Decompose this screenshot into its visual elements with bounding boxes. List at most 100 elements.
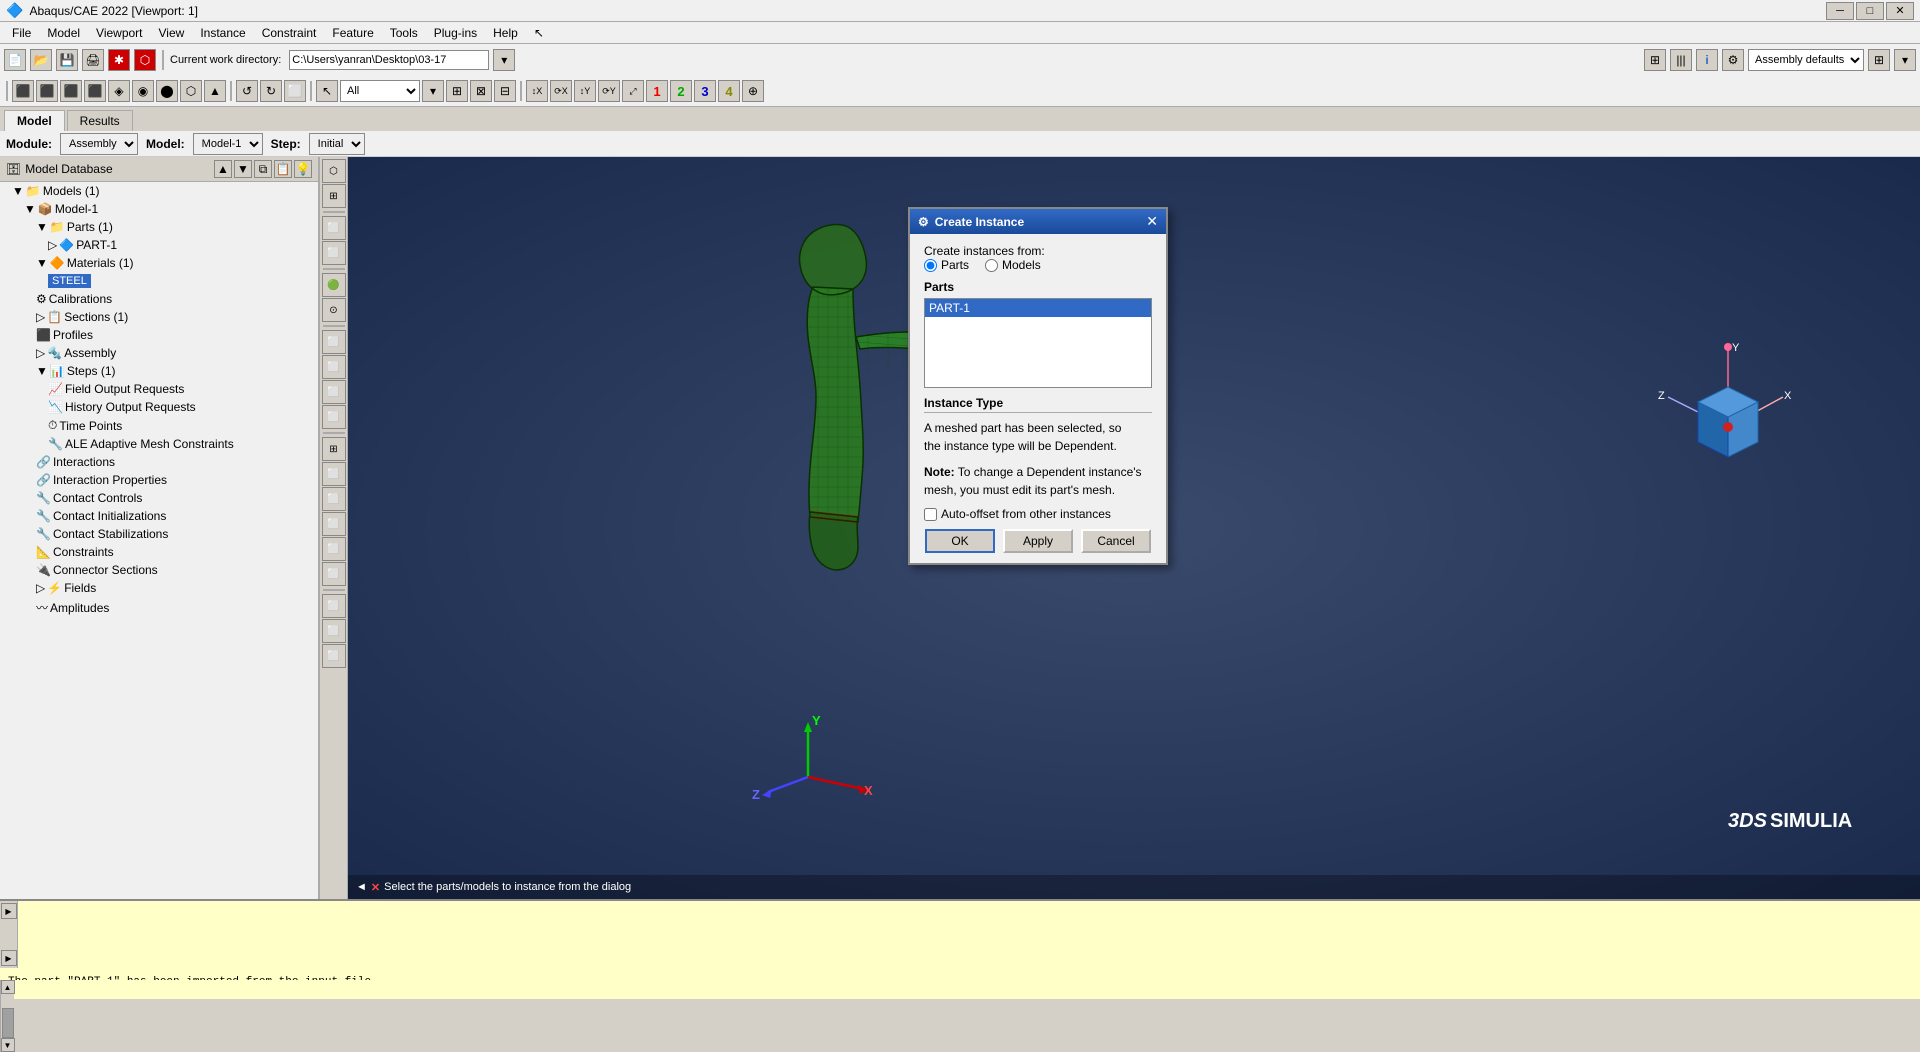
transform-all[interactable]: ⊕ (742, 80, 764, 102)
tree-profiles[interactable]: ⬛ Profiles (0, 326, 318, 344)
step-select[interactable]: Initial (309, 133, 365, 155)
view-shade2[interactable]: ◉ (132, 80, 154, 102)
transform4[interactable]: ⟳Y (598, 80, 620, 102)
vtb-btn11[interactable]: ⬜ (322, 462, 346, 486)
tree-steel[interactable]: STEEL (0, 272, 318, 290)
new-button[interactable]: 📄 (4, 49, 26, 71)
radio-parts[interactable] (924, 259, 937, 272)
tree-contact-init[interactable]: 🔧 Contact Initializations (0, 507, 318, 525)
tree-models[interactable]: ▼ 📁 Models (1) (0, 182, 318, 200)
auto-offset-row[interactable]: Auto-offset from other instances (924, 507, 1152, 521)
view-iso[interactable]: ⬛ (12, 80, 34, 102)
tree-down-btn[interactable]: ▼ (234, 160, 252, 178)
num2[interactable]: 2 (670, 80, 692, 102)
vtb-btn3[interactable]: ⬜ (322, 241, 346, 265)
output-text-area[interactable]: The part "PART-1" has been imported from… (0, 968, 1920, 980)
menu-view[interactable]: View (151, 24, 193, 42)
cursor-select[interactable]: ↖ (316, 80, 338, 102)
num3[interactable]: 3 (694, 80, 716, 102)
parts-listbox-item[interactable]: PART-1 (925, 299, 1151, 317)
tree-contact-stab[interactable]: 🔧 Contact Stabilizations (0, 525, 318, 543)
transform2[interactable]: ⟳X (550, 80, 572, 102)
menu-help[interactable]: Help (485, 24, 526, 42)
save-button[interactable]: 💾 (56, 49, 78, 71)
tree-connector-sections[interactable]: 🔌 Connector Sections (0, 561, 318, 579)
tree-parts[interactable]: ▼ 📁 Parts (1) (0, 218, 318, 236)
tree-constraints[interactable]: 📐 Constraints (0, 543, 318, 561)
vtb-btn6[interactable]: ⬜ (322, 330, 346, 354)
sel-btn3[interactable]: ⊠ (470, 80, 492, 102)
viewport[interactable]: Y X Z Y Z X (348, 157, 1920, 899)
tree-field-output[interactable]: 📈 Field Output Requests (0, 380, 318, 398)
vtb-btn7[interactable]: ⬜ (322, 355, 346, 379)
scroll-up-btn[interactable]: ▲ (1, 980, 15, 994)
cancel-button[interactable]: Cancel (1081, 529, 1151, 553)
radio-models-label[interactable]: Models (985, 258, 1041, 272)
tree-materials[interactable]: ▼ 🔶 Materials (1) (0, 254, 318, 272)
view-shade1[interactable]: ◈ (108, 80, 130, 102)
output-scrollbar[interactable]: ▲ ▼ (0, 980, 14, 1052)
menu-file[interactable]: File (4, 24, 39, 42)
vtb-btn10[interactable]: ⊞ (322, 437, 346, 461)
dialog-close-button[interactable]: ✕ (1146, 213, 1158, 230)
tree-steps[interactable]: ▼ 📊 Steps (1) (0, 362, 318, 380)
material-button[interactable]: ⬡ (134, 49, 156, 71)
selector-all[interactable]: All (340, 80, 420, 102)
menu-tools[interactable]: Tools (382, 24, 426, 42)
sel-btn2[interactable]: ⊞ (446, 80, 468, 102)
module-select[interactable]: Assembly (60, 133, 138, 155)
tree-ale[interactable]: 🔧 ALE Adaptive Mesh Constraints (0, 435, 318, 453)
minimize-button[interactable]: ─ (1826, 2, 1854, 20)
tree-info-btn[interactable]: 💡 (294, 160, 312, 178)
menu-plugins[interactable]: Plug-ins (426, 24, 485, 42)
sel-btn1[interactable]: ▾ (422, 80, 444, 102)
vtb-btn17[interactable]: ⬜ (322, 619, 346, 643)
tree-contact-controls[interactable]: 🔧 Contact Controls (0, 489, 318, 507)
menu-feature[interactable]: Feature (324, 24, 381, 42)
radio-parts-label[interactable]: Parts (924, 258, 969, 272)
info-icon[interactable]: i (1696, 49, 1718, 71)
vtb-btn8[interactable]: ⬜ (322, 380, 346, 404)
assembly-defaults-select[interactable]: Assembly defaults (1748, 49, 1864, 71)
vtb-btn4[interactable]: 🟢 (322, 273, 346, 297)
columns-icon[interactable]: ||| (1670, 49, 1692, 71)
tree-sections[interactable]: ▷ 📋 Sections (1) (0, 308, 318, 326)
menu-constraint[interactable]: Constraint (254, 24, 325, 42)
tree-amplitudes[interactable]: 〰 Amplitudes (0, 597, 318, 618)
vtb-btn16[interactable]: ⬜ (322, 594, 346, 618)
menu-viewport[interactable]: Viewport (88, 24, 150, 42)
view-side[interactable]: ⬛ (84, 80, 106, 102)
tree-time-points[interactable]: ⏱ Time Points (0, 416, 318, 435)
tree-copy-btn[interactable]: ⧉ (254, 160, 272, 178)
status-cancel-icon[interactable]: ✕ (371, 881, 380, 894)
vtb-btn5[interactable]: ⊙ (322, 298, 346, 322)
apply-button[interactable]: Apply (1003, 529, 1073, 553)
vtb-grid[interactable]: ⊞ (322, 184, 346, 208)
vtb-btn15[interactable]: ⬜ (322, 562, 346, 586)
vtb-btn9[interactable]: ⬜ (322, 405, 346, 429)
radio-models[interactable] (985, 259, 998, 272)
open-button[interactable]: 📂 (30, 49, 52, 71)
scroll-down-btn[interactable]: ▼ (1, 1038, 15, 1052)
parts-listbox[interactable]: PART-1 (924, 298, 1152, 388)
vtb-btn13[interactable]: ⬜ (322, 512, 346, 536)
num4[interactable]: 4 (718, 80, 740, 102)
tree-fields[interactable]: ▷ ⚡ Fields (0, 579, 318, 597)
tree-paste-btn[interactable]: 📋 (274, 160, 292, 178)
view-front[interactable]: ⬛ (36, 80, 58, 102)
ok-button[interactable]: OK (925, 529, 995, 553)
sel-btn4[interactable]: ⊟ (494, 80, 516, 102)
view-wire[interactable]: ⬡ (180, 80, 202, 102)
view-shade4[interactable]: ▲ (204, 80, 226, 102)
transform5[interactable]: ⤢ (622, 80, 644, 102)
grid-icon[interactable]: ⊞ (1644, 49, 1666, 71)
tree-interactions[interactable]: 🔗 Interactions (0, 453, 318, 471)
redo-btn[interactable]: ↻ (260, 80, 282, 102)
status-back-arrow[interactable]: ◄ (356, 881, 367, 893)
auto-offset-checkbox[interactable] (924, 508, 937, 521)
vtb-btn2[interactable]: ⬜ (322, 216, 346, 240)
maximize-button[interactable]: □ (1856, 2, 1884, 20)
extra1[interactable]: ⬜ (284, 80, 306, 102)
num1[interactable]: 1 (646, 80, 668, 102)
close-button[interactable]: ✕ (1886, 2, 1914, 20)
